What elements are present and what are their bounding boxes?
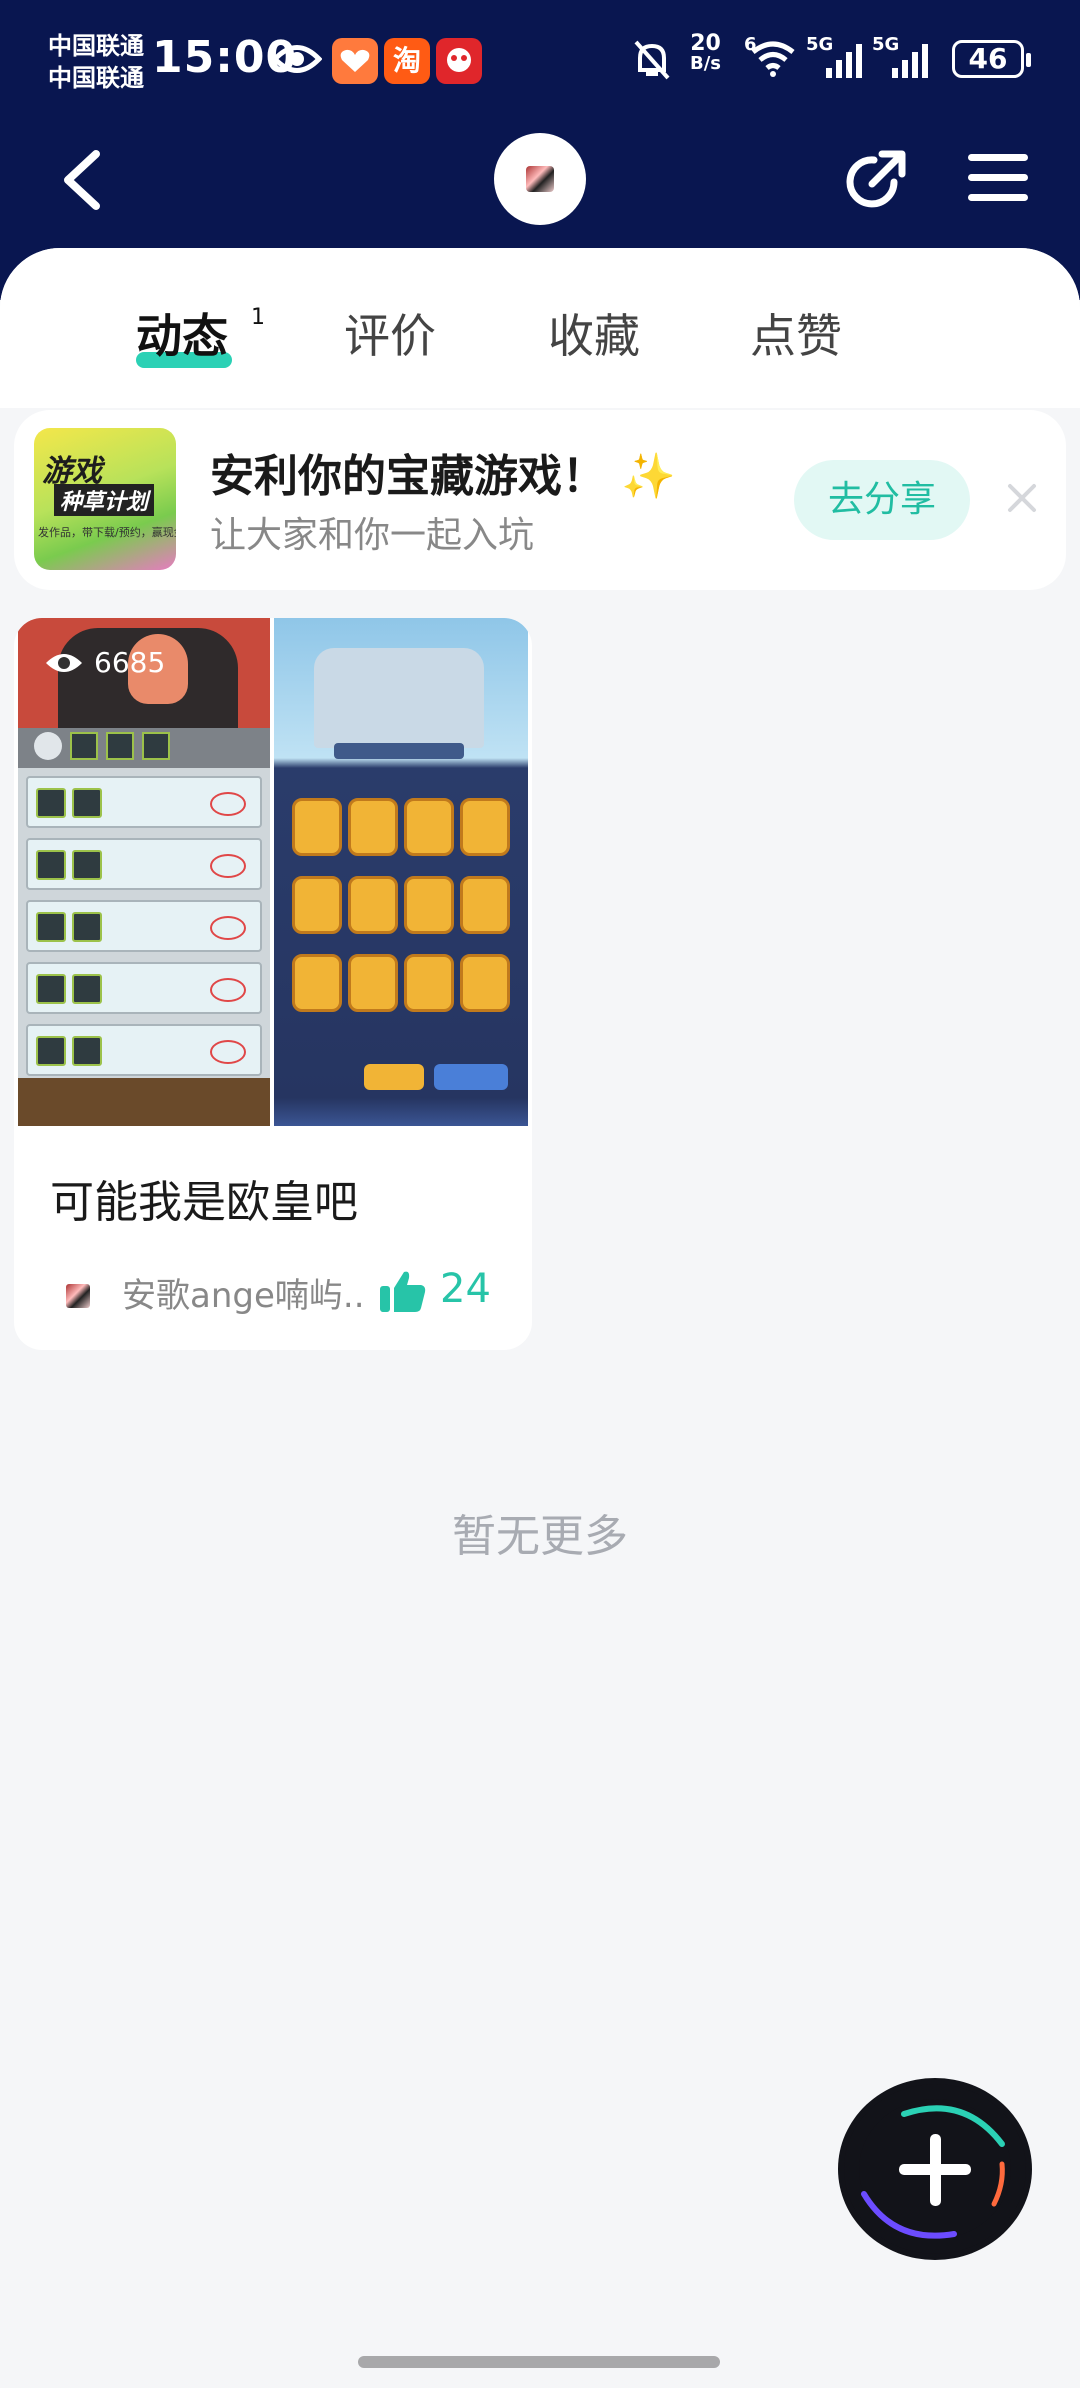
mute-bell-icon <box>634 40 670 80</box>
net-speed: 20 B/s <box>690 31 722 74</box>
no-more-text: 暂无更多 <box>452 1511 628 1562</box>
promo-thumbnail: 游戏 种草计划 发作品，带下载/预约，赢现金 <box>34 428 176 570</box>
like-count: 24 <box>440 1266 491 1312</box>
eye-icon <box>46 653 82 672</box>
author-name[interactable]: 安歌ange喃屿... <box>122 1268 362 1317</box>
close-icon[interactable] <box>1002 478 1042 518</box>
app-notification-icon-3 <box>436 38 482 84</box>
carrier-1: 中国联通 <box>48 32 144 60</box>
author-avatar[interactable] <box>66 1284 90 1308</box>
view-count: 6685 <box>44 646 165 679</box>
tab-dynamics[interactable]: 动态 <box>136 300 228 366</box>
go-share-button[interactable]: 去分享 <box>794 460 970 540</box>
app-notification-icon-1 <box>332 38 378 84</box>
share-arrow-icon[interactable] <box>842 146 910 214</box>
post-image-2 <box>274 618 528 1126</box>
taobao-icon: 淘 <box>384 38 430 84</box>
post-title[interactable]: 可能我是欧皇吧 <box>50 1166 358 1230</box>
tab-likes[interactable]: 点赞 <box>750 300 842 366</box>
create-post-fab[interactable] <box>844 2084 1026 2254</box>
signal-2-bars-icon <box>892 38 928 78</box>
post-image-1 <box>18 618 270 1126</box>
carrier-2: 中国联通 <box>48 64 144 92</box>
status-bar: 中国联通 中国联通 15:00 淘 20 B/s 6 5G 5G 46 <box>0 0 1080 120</box>
promo-title: 安利你的宝藏游戏！ ✨ <box>210 451 677 502</box>
signal-1-bars-icon <box>826 38 862 78</box>
tab-reviews[interactable]: 评价 <box>344 300 436 366</box>
hamburger-menu-icon[interactable] <box>966 150 1030 206</box>
post-card[interactable]: 6685 可能我是欧皇吧 安歌ange喃屿... 24 <box>14 618 532 1350</box>
tab-dynamics-count: 1 <box>251 305 265 330</box>
battery-indicator: 46 <box>952 40 1031 78</box>
promo-subtitle: 让大家和你一起入坑 <box>210 515 535 556</box>
eye-icon <box>272 45 322 73</box>
tab-favorites[interactable]: 收藏 <box>548 300 640 366</box>
plus-icon <box>859 2099 1011 2239</box>
sparkle-icon: ✨ <box>621 451 677 502</box>
back-chevron-icon[interactable] <box>60 150 104 210</box>
wifi-icon <box>751 41 795 77</box>
share-promo-banner[interactable]: 游戏 种草计划 发作品，带下载/预约，赢现金 安利你的宝藏游戏！ ✨ 让大家和你… <box>14 410 1066 590</box>
thumbs-up-icon[interactable] <box>378 1268 428 1314</box>
carrier-labels: 中国联通 中国联通 <box>48 30 144 94</box>
home-indicator[interactable] <box>358 2356 720 2368</box>
game-avatar[interactable] <box>494 133 586 225</box>
